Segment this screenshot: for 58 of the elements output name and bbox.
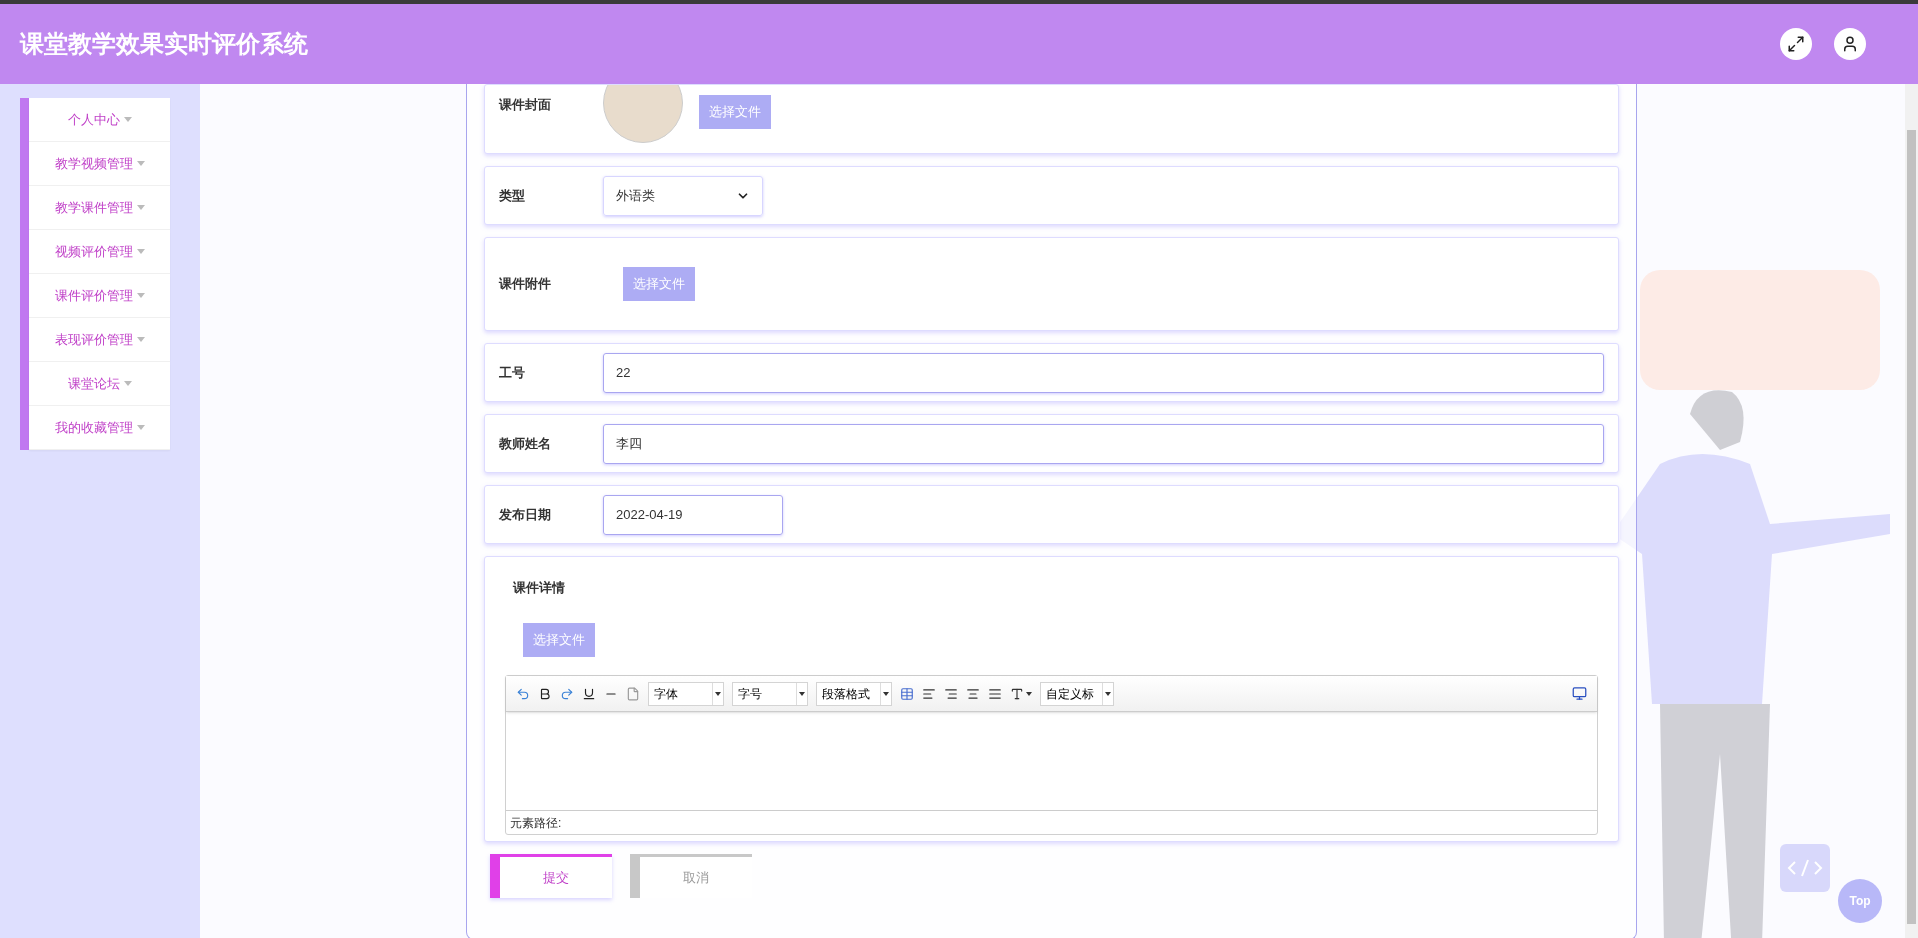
input-field[interactable]: 李四 xyxy=(603,423,1604,464)
toolbar-dropdown[interactable]: 字体 xyxy=(648,681,724,706)
user-button[interactable] xyxy=(1834,28,1866,60)
toolbar-dropdown[interactable]: 段落格式 xyxy=(816,681,892,706)
sidebar-menu-item[interactable]: 个人中心 xyxy=(29,98,170,142)
caret-icon xyxy=(883,691,889,696)
field-label: 课件附件 xyxy=(499,275,552,294)
caret-icon xyxy=(715,691,721,696)
app-title: 课堂教学效果实时评价系统 xyxy=(20,29,309,59)
scrollbar[interactable] xyxy=(1905,84,1918,938)
scrollbar-thumb[interactable] xyxy=(1907,130,1916,924)
fullscreen-button[interactable] xyxy=(1780,28,1812,60)
align-justify-icon[interactable] xyxy=(988,686,1002,701)
toolbar-dropdown[interactable]: 字号 xyxy=(732,681,808,706)
redo-icon[interactable] xyxy=(560,686,574,701)
date-field[interactable]: 2022-04-19 xyxy=(603,494,783,535)
sidebar-menu-item[interactable]: 课件评价管理 xyxy=(29,274,170,318)
caret-icon xyxy=(123,381,132,386)
field-label: 发布日期 xyxy=(499,505,552,524)
type-select[interactable]: 外语类 xyxy=(603,175,763,216)
element-path-text: 元素路径: xyxy=(506,810,1597,834)
table-icon[interactable] xyxy=(900,686,914,701)
field-label: 课件封面 xyxy=(499,96,552,114)
field-label: 工号 xyxy=(499,363,526,382)
underline-icon[interactable] xyxy=(582,686,596,701)
sidebar-menu-item[interactable]: 表现评价管理 xyxy=(29,318,170,362)
user-icon xyxy=(1841,35,1859,53)
undo-icon[interactable] xyxy=(516,686,530,701)
sidebar-menu-item[interactable]: 视频评价管理 xyxy=(29,230,170,274)
submit-button[interactable]: 提交 xyxy=(490,854,612,898)
bold-icon[interactable] xyxy=(538,686,552,701)
input-field[interactable]: 22 xyxy=(603,352,1604,393)
caret-icon xyxy=(136,293,145,298)
caret-icon xyxy=(123,117,132,122)
page-icon[interactable] xyxy=(626,686,640,701)
caret-icon xyxy=(799,691,805,696)
field-label: 课件详情 xyxy=(513,580,565,595)
caret-icon xyxy=(136,337,145,342)
sidebar-menu-item[interactable]: 课堂论坛 xyxy=(29,362,170,406)
sidebar-menu-item[interactable]: 我的收藏管理 xyxy=(29,406,170,450)
caret-icon xyxy=(136,161,145,166)
align-left-icon[interactable] xyxy=(922,686,936,701)
caret-icon xyxy=(1105,691,1111,696)
cancel-button[interactable]: 取消 xyxy=(630,854,752,898)
caret-icon xyxy=(1026,691,1032,696)
align-right-icon[interactable] xyxy=(944,686,958,701)
align-center-icon[interactable] xyxy=(966,686,980,701)
toolbar-dropdown[interactable]: 自定义标 xyxy=(1040,681,1114,706)
sidebar-menu-item[interactable]: 教学视频管理 xyxy=(29,142,170,186)
caret-icon xyxy=(136,205,145,210)
expand-icon xyxy=(1787,35,1805,53)
field-label: 类型 xyxy=(499,186,526,205)
monitor-icon[interactable] xyxy=(1572,686,1587,701)
caret-icon xyxy=(136,249,145,254)
sidebar-menu-item[interactable]: 教学课件管理 xyxy=(29,186,170,230)
caret-icon xyxy=(136,425,145,430)
field-label: 教师姓名 xyxy=(499,434,552,453)
font-color-icon[interactable] xyxy=(1010,686,1032,701)
